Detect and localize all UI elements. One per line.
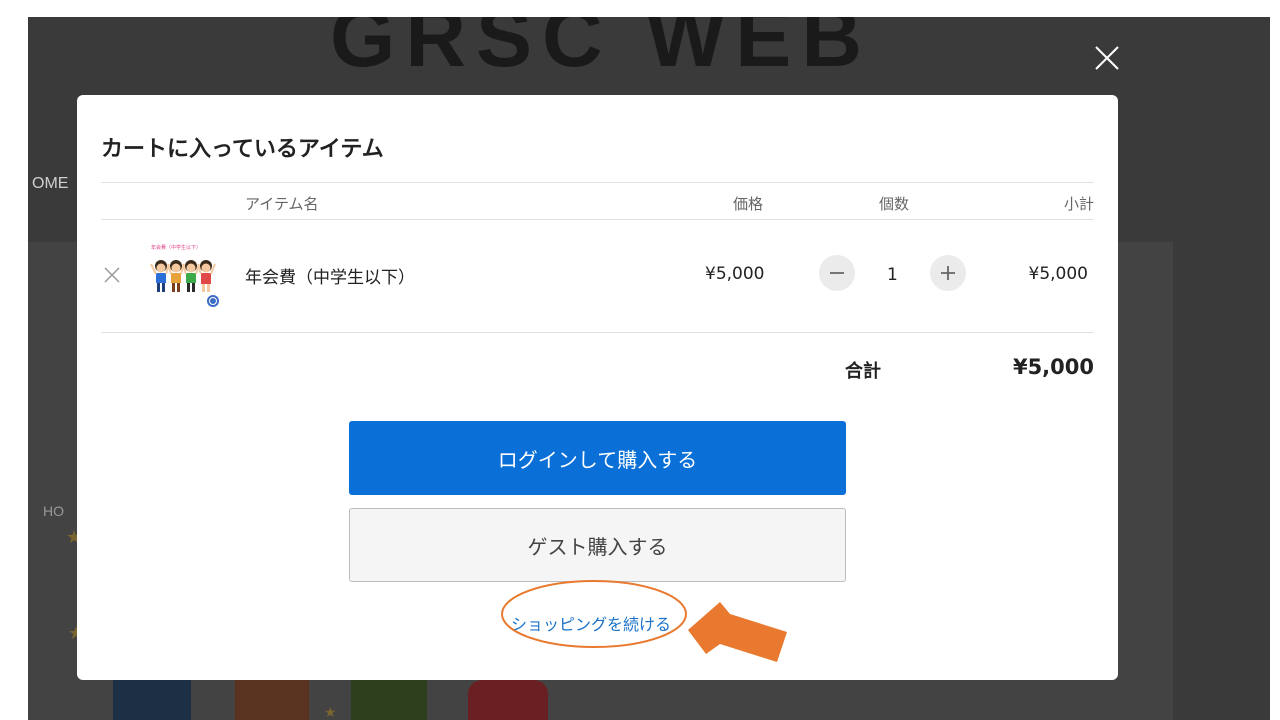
login-purchase-button[interactable]: ログインして購入する	[349, 421, 846, 495]
column-price: 価格	[733, 195, 764, 213]
background-right-panel	[1173, 242, 1270, 720]
child-figure-3	[182, 260, 200, 292]
child-figure-1	[150, 260, 170, 292]
quantity-decrease-button[interactable]	[819, 255, 855, 291]
column-quantity: 個数	[879, 195, 910, 213]
nav-home-link: OME	[32, 175, 69, 192]
total-label: 合計	[845, 361, 881, 382]
item-thumbnail-icon: 年会費（中学生以下）	[150, 244, 219, 307]
site-logo: GRSC WEB	[330, 17, 872, 84]
background-product-block	[113, 680, 191, 720]
club-badge-icon	[207, 295, 219, 307]
item-price: ¥5,000	[705, 264, 765, 284]
background-product-block	[235, 680, 309, 720]
total-value: ¥5,000	[1012, 355, 1094, 379]
column-item-name: アイテム名	[245, 195, 319, 213]
remove-item-icon[interactable]	[103, 266, 121, 284]
background-product-block	[468, 680, 548, 720]
cart-item-row: 年会費（中学生以下） 年会費（中学生以下） ¥5,000 1 ¥5,000	[101, 220, 1094, 333]
close-icon[interactable]	[1091, 42, 1123, 74]
breadcrumb: HO	[43, 503, 64, 519]
cart-table-header: アイテム名 価格 個数 小計	[101, 182, 1094, 220]
item-subtotal: ¥5,000	[1028, 264, 1088, 284]
quantity-increase-button[interactable]	[930, 255, 966, 291]
modal-title: カートに入っているアイテム	[101, 137, 384, 162]
item-name: 年会費（中学生以下）	[245, 268, 415, 288]
child-figure-2	[167, 260, 185, 292]
background-product-block	[351, 680, 427, 720]
child-figure-4	[197, 260, 216, 292]
guest-purchase-button[interactable]: ゲスト購入する	[349, 508, 846, 582]
decoration-star-icon: ★	[324, 705, 337, 720]
quantity-value[interactable]: 1	[887, 265, 898, 285]
thumbnail-caption: 年会費（中学生以下）	[151, 244, 201, 251]
cart-modal: カートに入っているアイテム アイテム名 価格 個数 小計 年会費（中学生以下）	[77, 95, 1118, 680]
continue-shopping-link[interactable]: ショッピングを続ける	[511, 611, 671, 635]
column-subtotal: 小計	[1063, 195, 1094, 213]
